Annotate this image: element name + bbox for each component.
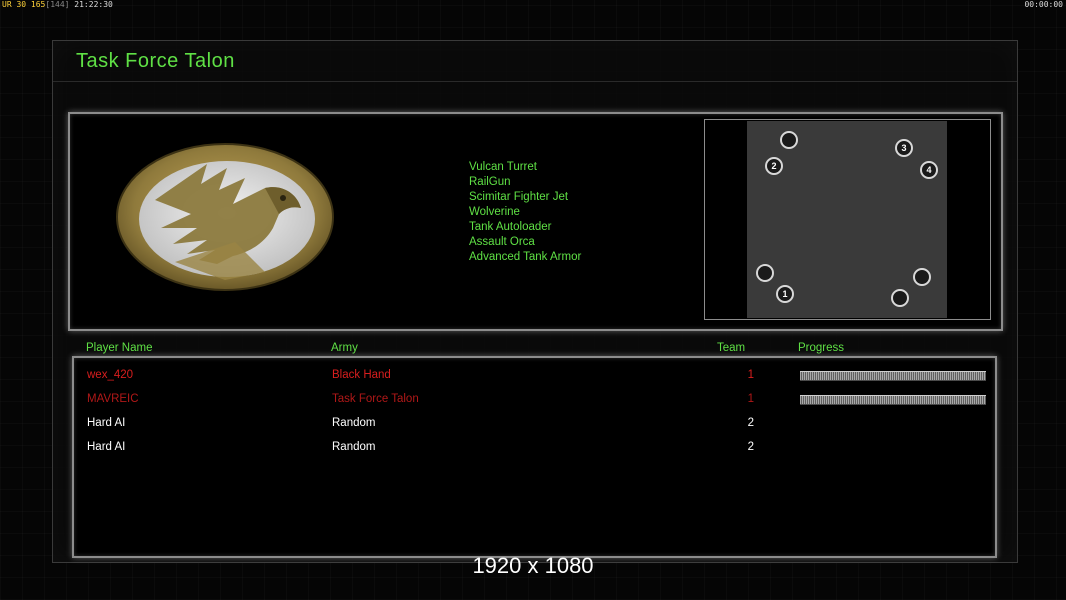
page-title: Task Force Talon xyxy=(76,50,235,72)
player-team: 1 xyxy=(747,369,754,381)
minimap-frame: 2 3 4 1 xyxy=(704,119,991,320)
player-row: Hard AI Random 2 xyxy=(74,412,995,434)
spawn-marker-2: 2 xyxy=(765,157,783,175)
loading-progress-bar xyxy=(800,371,986,381)
eagle-emblem-icon xyxy=(116,143,334,291)
title-bar: Task Force Talon xyxy=(53,41,1017,82)
spawn-marker xyxy=(891,289,909,307)
upgrade-item: Wolverine xyxy=(469,206,520,218)
player-row: wex_420 Black Hand 1 xyxy=(74,364,995,386)
hud-label: UR xyxy=(2,0,12,9)
player-row: MAVREIC Task Force Talon 1 xyxy=(74,388,995,410)
upgrade-item: Scimitar Fighter Jet xyxy=(469,191,569,203)
upgrade-item: RailGun xyxy=(469,176,511,188)
upgrade-item: Vulcan Turret xyxy=(469,161,537,173)
player-army: Black Hand xyxy=(332,369,391,381)
faction-info-panel: Vulcan Turret RailGun Scimitar Fighter J… xyxy=(68,112,1003,331)
player-list: wex_420 Black Hand 1 MAVREIC Task Force … xyxy=(72,356,997,558)
hud-timer: 00:00:00 xyxy=(1024,0,1063,9)
spawn-marker-3: 3 xyxy=(895,139,913,157)
debug-hud-left: UR 30 165[144] 21:22:30 xyxy=(2,0,113,10)
player-army: Random xyxy=(332,417,376,429)
player-name: Hard AI xyxy=(87,441,126,453)
upgrade-item: Advanced Tank Armor xyxy=(469,251,582,263)
resolution-overlay: 1920 x 1080 xyxy=(472,553,594,578)
hud-clock: 21:22:30 xyxy=(74,0,113,9)
player-army: Random xyxy=(332,441,376,453)
column-header-player: Player Name xyxy=(86,342,153,354)
upgrade-item: Tank Autoloader xyxy=(469,221,552,233)
loading-progress-bar xyxy=(800,395,986,405)
spawn-marker-1: 1 xyxy=(776,285,794,303)
player-team: 2 xyxy=(747,417,754,429)
spawn-marker xyxy=(780,131,798,149)
player-army: Task Force Talon xyxy=(332,393,419,405)
hud-stats: 30 165 xyxy=(16,0,46,9)
upgrade-list: Vulcan Turret RailGun Scimitar Fighter J… xyxy=(469,160,581,265)
player-team: 2 xyxy=(747,441,754,453)
column-header-army: Army xyxy=(331,342,358,354)
player-team: 1 xyxy=(747,393,754,405)
minimap: 2 3 4 1 xyxy=(747,121,947,318)
column-header-progress: Progress xyxy=(798,342,845,354)
column-header-team: Team xyxy=(717,342,746,354)
player-name: wex_420 xyxy=(87,369,134,381)
player-name: MAVREIC xyxy=(87,393,139,405)
spawn-marker xyxy=(756,264,774,282)
spawn-marker-4: 4 xyxy=(920,161,938,179)
hud-bracket: [144] xyxy=(45,0,70,9)
upgrade-item: Assault Orca xyxy=(469,236,535,248)
player-name: Hard AI xyxy=(87,417,126,429)
spawn-marker xyxy=(913,268,931,286)
player-row: Hard AI Random 2 xyxy=(74,436,995,458)
